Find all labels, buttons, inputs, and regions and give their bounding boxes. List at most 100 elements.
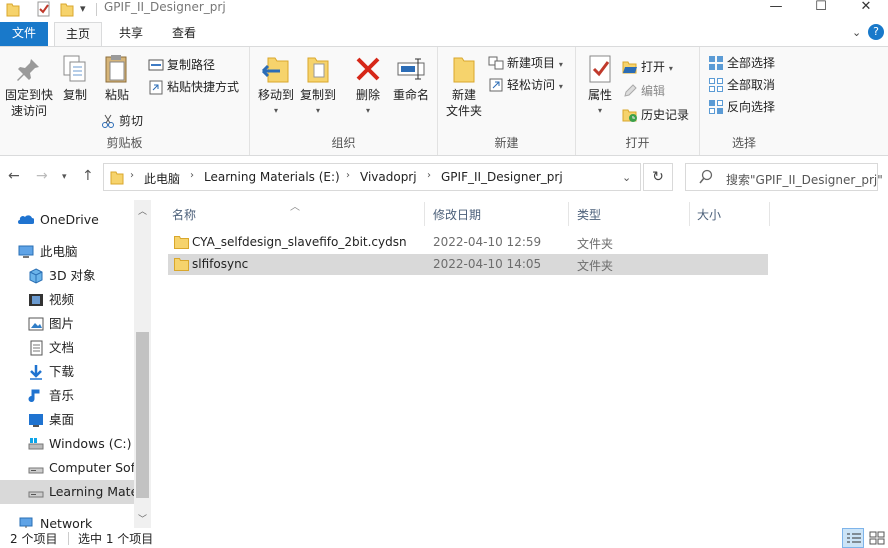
column-divider[interactable] [568,202,569,226]
paste-button[interactable]: 粘贴 [98,53,136,103]
window-title: GPIF_II_Designer_prj [104,0,226,14]
new-item-label: 新建项目 [507,56,556,70]
close-button[interactable]: ✕ [844,0,888,20]
nav-item-videos[interactable]: 视频 [0,288,136,312]
file-name: slfifosync [192,257,249,271]
column-header-size[interactable]: 大小 [697,206,721,223]
cut-button[interactable]: 剪切 [100,111,143,131]
select-none-button[interactable]: 全部取消 [708,75,775,95]
sort-ascending-icon: ︿ [290,202,300,213]
selection-count: 选中 1 个项目 [78,532,154,546]
nav-item-3d-objects[interactable]: 3D 对象 [0,264,136,288]
copy-to-button[interactable]: 复制到 ▾ [298,53,338,119]
open-group: 属性 ▾ 打开 ▾ 编辑 历史记录 打开 [576,47,700,155]
pin-quick-access-button[interactable]: 固定到快 速访问 [2,53,56,119]
nav-item-downloads[interactable]: 下载 [0,360,136,384]
nav-item-documents[interactable]: 文档 [0,336,136,360]
nav-item-label: 下载 [49,364,75,379]
customize-qat-icon[interactable]: ▾ [80,2,86,15]
copy-icon [59,53,91,85]
forward-icon[interactable]: → [36,168,48,184]
easy-access-button[interactable]: 轻松访问 ▾ [488,75,563,95]
copy-path-button[interactable]: 复制路径 [148,55,215,75]
help-icon[interactable]: ? [868,24,884,40]
back-icon[interactable]: ← [8,168,20,184]
nav-item-pictures[interactable]: 图片 [0,312,136,336]
invert-selection-button[interactable]: 反向选择 [708,97,775,117]
select-all-label: 全部选择 [727,56,776,70]
scroll-down-icon[interactable]: ﹀ [134,512,151,525]
column-divider[interactable] [424,202,425,226]
breadcrumb-separator[interactable]: › [130,170,134,181]
file-row[interactable]: CYA_selfdesign_slavefifo_2bit.cydsn 2022… [168,232,768,253]
maximize-button[interactable]: ☐ [799,0,843,20]
up-icon[interactable]: ↑ [82,168,94,184]
nav-item-music[interactable]: 音乐 [0,384,136,408]
column-divider[interactable] [769,202,770,226]
nav-item-label: 音乐 [49,388,75,403]
navigation-scrollbar[interactable]: ︿ ﹀ [134,200,151,528]
collapse-ribbon-icon[interactable]: ⌄ [852,26,861,39]
nav-item-onedrive[interactable]: OneDrive [0,208,136,232]
large-icons-view-icon[interactable] [866,528,888,548]
properties-dropdown-icon: ▾ [597,106,602,115]
nav-item-this-pc[interactable]: 此电脑 [0,240,136,264]
select-all-button[interactable]: 全部选择 [708,53,775,73]
copy-button[interactable]: 复制 [58,53,92,103]
nav-item-learning-materials[interactable]: Learning Mate [0,480,136,504]
nav-item-label: 文档 [49,340,75,355]
nav-item-desktop[interactable]: 桌面 [0,408,136,432]
tab-file[interactable]: 文件 [0,22,48,46]
column-divider[interactable] [689,202,690,226]
breadcrumb-current[interactable]: GPIF_II_Designer_prj [441,170,563,184]
breadcrumb-separator[interactable]: › [346,170,350,181]
history-button[interactable]: 历史记录 [622,105,689,125]
properties-icon[interactable] [36,1,52,17]
delete-button[interactable]: 删除 ▾ [350,53,386,119]
breadcrumb-vivadoprj[interactable]: Vivadoprj [360,170,417,184]
breadcrumb-this-pc[interactable]: 此电脑 [144,170,180,187]
scissors-icon [100,113,116,129]
scrollbar-thumb[interactable] [136,332,149,498]
move-to-button[interactable]: 移动到 ▾ [256,53,296,119]
properties-button[interactable]: 属性 ▾ [582,53,618,119]
details-view-icon[interactable] [842,528,864,548]
breadcrumb-drive[interactable]: Learning Materials (E:) [204,170,340,184]
column-header-name[interactable]: 名称 [172,206,196,223]
tab-view[interactable]: 查看 [163,22,205,46]
search-box[interactable]: 搜索"GPIF_II_Designer_prj" [685,163,883,191]
new-folder-button[interactable]: 新建 文件夹 [442,53,486,119]
copy-to-icon [302,53,334,85]
nav-item-computer-soft[interactable]: Computer Soft [0,456,136,480]
copy-label: 复制 [62,88,87,102]
new-folder-quick-icon[interactable] [60,1,74,17]
column-header-type[interactable]: 类型 [577,206,601,223]
new-item-button[interactable]: 新建项目 ▾ [488,53,563,73]
tab-home[interactable]: 主页 [54,22,102,47]
scroll-up-icon[interactable]: ︿ [134,204,151,217]
column-header-date[interactable]: 修改日期 [433,206,481,223]
recent-locations-icon[interactable]: ▾ [62,172,67,182]
edit-button[interactable]: 编辑 [622,81,665,101]
address-dropdown-icon[interactable]: ⌄ [622,171,631,184]
refresh-button[interactable]: ↻ [643,163,673,191]
nav-item-network[interactable]: Network [0,512,136,528]
file-type: 文件夹 [577,237,614,251]
address-bar[interactable]: › 此电脑 › Learning Materials (E:) › Vivado… [103,163,641,191]
tab-share[interactable]: 共享 [110,22,152,46]
select-none-icon [708,77,724,93]
invert-selection-label: 反向选择 [727,100,776,114]
item-count: 2 个项目 [10,532,58,546]
open-button[interactable]: 打开 ▾ [622,57,673,77]
nav-item-label: 3D 对象 [49,268,96,283]
music-icon [28,389,40,403]
file-row[interactable]: slfifosync 2022-04-10 14:05 文件夹 [168,254,768,275]
minimize-button[interactable]: — [754,0,798,20]
title-divider [96,3,97,16]
breadcrumb-separator[interactable]: › [190,170,194,181]
breadcrumb-separator[interactable]: › [427,170,431,181]
paste-shortcut-button[interactable]: 粘贴快捷方式 [148,77,239,97]
rename-button[interactable]: 重命名 [390,53,432,103]
nav-item-windows-c[interactable]: Windows (C:) [0,432,136,456]
computer-icon [18,245,34,258]
